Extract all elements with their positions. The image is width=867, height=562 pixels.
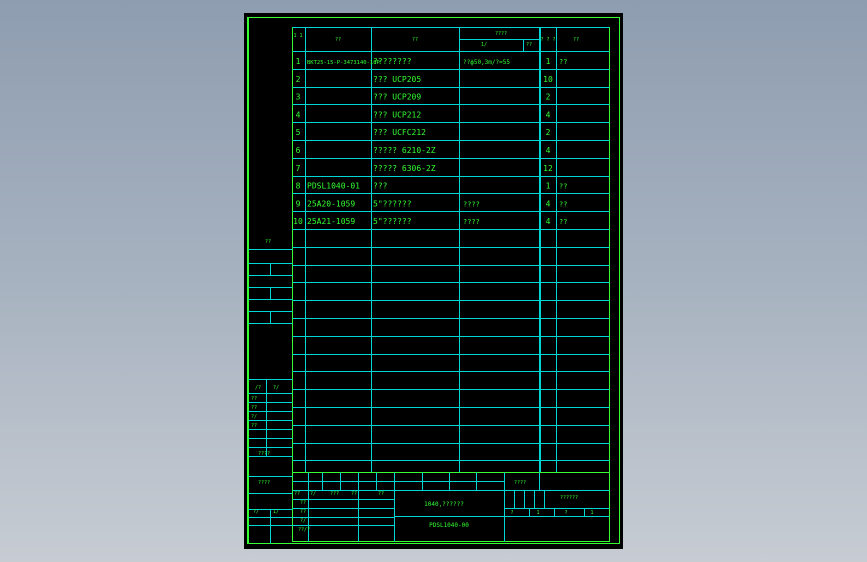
left-label-j: 1/ bbox=[273, 509, 279, 515]
row-name: ??? UCFC212 bbox=[373, 128, 426, 137]
row-code: PDSL1040-01 bbox=[307, 182, 360, 191]
header-seq: 1 1 bbox=[293, 33, 302, 39]
row-remark: ?? bbox=[559, 218, 567, 226]
bom-grid bbox=[248, 17, 610, 544]
row-name: ??? UCP205 bbox=[373, 75, 421, 84]
left-top-label: ?? bbox=[265, 239, 271, 245]
row-material: ??ф50,3m/?=55 bbox=[463, 59, 510, 66]
row-qty: 4 bbox=[546, 217, 551, 226]
bom-rows: 1 BKT25-15-P-3473140-10P???????? ??ф50,3m/… bbox=[293, 57, 567, 226]
row-seq: 8 bbox=[296, 182, 301, 191]
row-code: 25A21-1059 bbox=[307, 217, 355, 226]
row-qty: 4 bbox=[546, 146, 551, 155]
row-name: ????? 6306-2Z bbox=[373, 164, 436, 173]
left-label-d: ?? bbox=[251, 405, 257, 411]
header-material-sub2: ?? bbox=[526, 42, 532, 48]
drawing-sheet: 1 1 ?? ?? ???? 1/ ?? ? ? ? ?? 1 BKT25-15-… bbox=[244, 13, 623, 549]
signature-label: ?/ bbox=[310, 491, 316, 497]
row-remark: ?? bbox=[559, 183, 567, 191]
row-code: 25A20-1059 bbox=[307, 199, 355, 208]
row-name: 5"?????? bbox=[373, 217, 412, 226]
row-remark: ?? bbox=[559, 200, 567, 208]
row-qty: 4 bbox=[546, 199, 551, 208]
row-seq: 4 bbox=[296, 110, 301, 119]
row-name: ???????? bbox=[373, 57, 412, 66]
row-seq: 10 bbox=[293, 217, 303, 226]
row-qty: 12 bbox=[543, 164, 553, 173]
row-seq: 6 bbox=[296, 146, 301, 155]
stage-label: ???? bbox=[514, 480, 526, 486]
header-material: ???? bbox=[495, 31, 507, 37]
signature-label: ?? bbox=[294, 491, 300, 497]
header-qty: ? ? ? bbox=[540, 37, 555, 43]
drawing-number: PDSL1040-00 bbox=[429, 522, 469, 529]
row-seq: 2 bbox=[296, 75, 301, 84]
row-name: ????? 6210-2Z bbox=[373, 146, 436, 155]
header-code: ?? bbox=[335, 37, 341, 43]
header-remark: ?? bbox=[573, 37, 579, 43]
scale-item: 1 bbox=[590, 510, 593, 516]
left-label-a: /? bbox=[255, 385, 261, 391]
scale-item: ? bbox=[564, 510, 567, 516]
title-label-c: ?/ bbox=[300, 518, 306, 524]
scale-item: ? bbox=[510, 510, 513, 516]
row-qty: 10 bbox=[543, 75, 553, 84]
row-name: ??? UCP209 bbox=[373, 93, 421, 102]
row-code: BKT25-15-P-3473140-10P bbox=[307, 60, 381, 66]
row-remark: ?? bbox=[559, 58, 567, 66]
signature-label: ?? bbox=[351, 491, 357, 497]
header-material-sub: 1/ bbox=[481, 42, 487, 48]
title-label-d: ??/? bbox=[298, 527, 310, 533]
left-label-c: ?? bbox=[251, 396, 257, 402]
left-label-b: ?/ bbox=[273, 385, 279, 391]
title-label-a: ?? bbox=[300, 500, 306, 506]
row-name: ??? bbox=[373, 182, 388, 191]
row-seq: 1 bbox=[296, 57, 301, 66]
left-label-i: ?/ bbox=[253, 509, 259, 515]
bom-drawing: 1 1 ?? ?? ???? 1/ ?? ? ? ? ?? 1 BKT25-15-… bbox=[247, 17, 620, 544]
row-seq: 9 bbox=[296, 199, 301, 208]
title-block-scale: ? 1? 1 bbox=[510, 510, 593, 516]
row-qty: 1 bbox=[546, 57, 551, 66]
row-seq: 3 bbox=[296, 93, 301, 102]
row-qty: 2 bbox=[546, 93, 551, 102]
signature-label: ??? bbox=[330, 491, 339, 497]
header-name: ?? bbox=[412, 37, 418, 43]
row-qty: 4 bbox=[546, 110, 551, 119]
signature-label: ?? bbox=[378, 491, 384, 497]
row-seq: 5 bbox=[296, 128, 301, 137]
left-label-h: ???? bbox=[258, 480, 270, 486]
title-label-b: ?? bbox=[300, 509, 306, 515]
outer-frame bbox=[247, 17, 620, 544]
row-material: ???? bbox=[463, 218, 480, 226]
left-label-g: ???? bbox=[258, 451, 270, 457]
row-material: ???? bbox=[463, 200, 480, 208]
row-name: 5"?????? bbox=[373, 199, 412, 208]
left-label-f: ?? bbox=[251, 423, 257, 429]
row-name: ??? UCP212 bbox=[373, 110, 421, 119]
left-label-e: ?/ bbox=[251, 414, 257, 420]
row-seq: 7 bbox=[296, 164, 301, 173]
scale-item: 1 bbox=[536, 510, 539, 516]
row-qty: 1 bbox=[546, 182, 551, 191]
title-block-signature-labels: ?? ?/??????? bbox=[294, 491, 384, 497]
company-name: ?????? bbox=[560, 495, 578, 501]
row-qty: 2 bbox=[546, 128, 551, 137]
drawing-title: 1040,?????? bbox=[424, 501, 464, 508]
